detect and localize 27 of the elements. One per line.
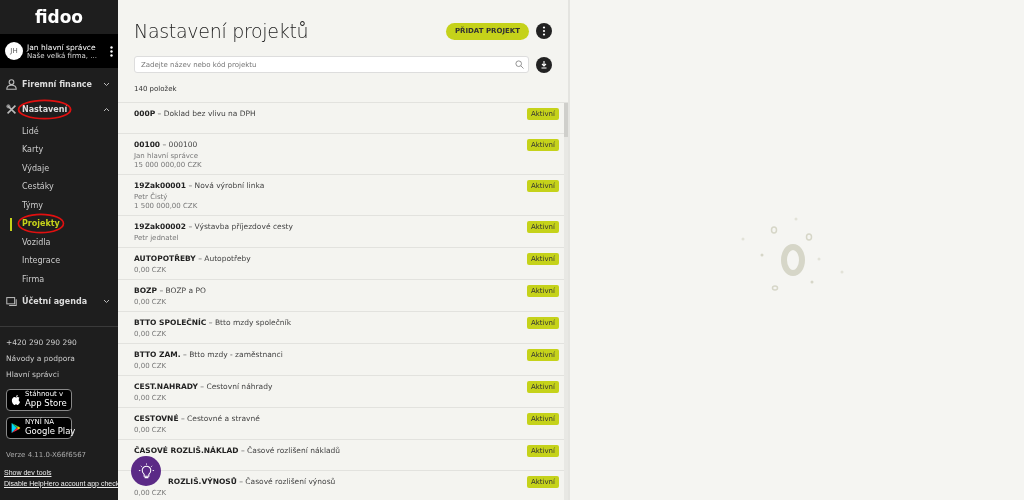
chevron-down-icon[interactable] — [103, 82, 110, 87]
nav-item[interactable]: Výdaje — [22, 163, 50, 173]
play-icon — [11, 421, 21, 434]
nav-item[interactable]: Karty — [22, 145, 44, 155]
more-button[interactable] — [536, 23, 552, 39]
search-icon[interactable] — [515, 60, 524, 69]
page-title: Nastavení projektů — [134, 20, 309, 42]
person-icon — [6, 79, 17, 90]
chevron-up-icon[interactable] — [103, 107, 110, 112]
ledger-icon — [6, 295, 17, 307]
tools-icon — [6, 104, 17, 115]
nav-item[interactable]: Firma — [22, 274, 45, 284]
more-icon[interactable] — [110, 45, 113, 57]
nav-section[interactable]: Firemní finance — [22, 80, 93, 89]
chevron-down-icon[interactable] — [103, 298, 110, 304]
logo[interactable]: fidoo — [0, 0, 118, 34]
download-button[interactable] — [536, 56, 552, 73]
nav-item[interactable]: Lidé — [22, 126, 39, 136]
nav-item[interactable]: Integrace — [22, 256, 61, 266]
nav-item[interactable]: Vozidla — [22, 237, 51, 247]
nav-section[interactable]: Účetní agenda — [22, 296, 88, 306]
apple-icon — [11, 393, 21, 406]
active-indicator — [10, 217, 12, 231]
lightbulb-icon — [137, 462, 155, 480]
nav-item[interactable]: Cestáky — [22, 182, 54, 192]
nav-item[interactable]: Týmy — [22, 200, 43, 210]
download-icon — [539, 59, 549, 70]
